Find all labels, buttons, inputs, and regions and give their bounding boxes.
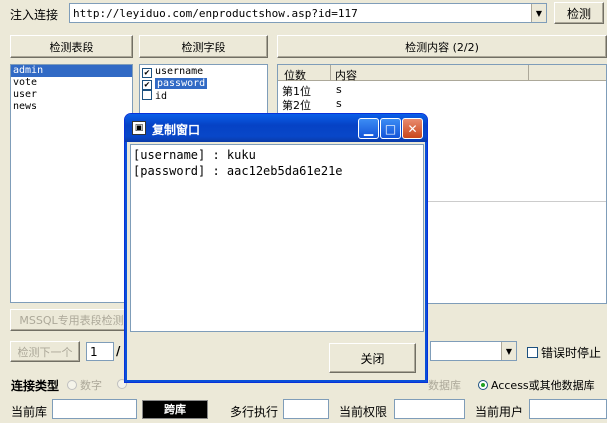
- page-input[interactable]: 1: [86, 342, 114, 361]
- detect-fields-button[interactable]: 检测字段: [139, 35, 268, 58]
- cross-db-button[interactable]: 跨库: [142, 400, 208, 419]
- dialog-title: 复制窗口: [152, 123, 201, 137]
- app-icon: ▣: [132, 121, 146, 135]
- minimize-button[interactable]: ▁: [358, 118, 379, 139]
- field-label: password: [155, 78, 208, 89]
- error-stop-label: 错误时停止: [541, 346, 602, 360]
- current-db-input[interactable]: [52, 399, 137, 419]
- table-row[interactable]: 第1位 s: [282, 83, 602, 98]
- dialog-text-area[interactable]: [username] : kuku [password] : aac12eb5d…: [130, 144, 424, 332]
- error-stop-option[interactable]: 错误时停止: [527, 344, 601, 361]
- conn-type-number[interactable]: 数字: [67, 377, 102, 393]
- current-priv-input[interactable]: [394, 399, 465, 419]
- list-item[interactable]: news: [11, 101, 132, 113]
- field-label: username: [155, 66, 204, 77]
- close-window-button[interactable]: ✕: [402, 118, 423, 139]
- multi-exec-input[interactable]: [283, 399, 329, 419]
- list-item[interactable]: admin: [11, 65, 132, 77]
- conn-type-access[interactable]: Access或其他数据库: [478, 377, 595, 393]
- detect-next-button[interactable]: 检测下一个: [10, 341, 80, 362]
- minimize-icon: ▁: [363, 121, 374, 136]
- detect-button[interactable]: 检测: [554, 2, 604, 24]
- table-row[interactable]: 第2位 s: [282, 97, 602, 112]
- page-separator: /: [116, 344, 121, 358]
- current-db-label: 当前库: [11, 405, 48, 419]
- checkbox-password[interactable]: ✔: [142, 80, 152, 90]
- maximize-icon: □: [384, 121, 397, 136]
- dialog-line: [password] : aac12eb5da61e21e: [133, 164, 343, 178]
- checkbox-id[interactable]: [142, 90, 152, 100]
- column-header-pos[interactable]: 位数: [284, 67, 306, 83]
- list-item[interactable]: id: [140, 90, 267, 102]
- dialog-close-button[interactable]: 关闭: [329, 343, 416, 373]
- current-user-label: 当前用户: [475, 405, 524, 419]
- detect-tables-button[interactable]: 检测表段: [10, 35, 133, 58]
- current-user-input[interactable]: [529, 399, 607, 419]
- radio-access[interactable]: [478, 380, 488, 390]
- chevron-down-icon[interactable]: ▼: [531, 4, 546, 22]
- field-label: id: [155, 91, 168, 102]
- multi-exec-label: 多行执行: [230, 405, 279, 419]
- radio-number[interactable]: [67, 380, 77, 390]
- dialog-titlebar[interactable]: ▣ 复制窗口 ▁ □ ✕: [125, 114, 427, 142]
- close-icon: ✕: [407, 121, 418, 136]
- copy-dialog: ▣ 复制窗口 ▁ □ ✕ [username] : kuku [password…: [124, 113, 428, 383]
- content-header: 检测内容 (2/2): [277, 35, 607, 58]
- chevron-down-icon[interactable]: ▼: [501, 342, 516, 360]
- tables-list[interactable]: admin vote user news: [10, 64, 133, 303]
- maximize-button[interactable]: □: [380, 118, 401, 139]
- url-combobox[interactable]: http://leyiduo.com/enproductshow.asp?id=…: [69, 3, 547, 23]
- list-item[interactable]: vote: [11, 77, 132, 89]
- conn-type-other-db[interactable]: 数据库: [428, 377, 461, 393]
- conn-type-label: 连接类型: [11, 379, 60, 393]
- column-header-content[interactable]: 内容: [335, 67, 357, 83]
- list-item[interactable]: user: [11, 89, 132, 101]
- mssql-detect-button[interactable]: MSSQL专用表段检测: [10, 309, 133, 331]
- select-combobox[interactable]: ▼: [430, 341, 517, 361]
- url-input[interactable]: http://leyiduo.com/enproductshow.asp?id=…: [73, 7, 358, 20]
- dialog-line: [username] : kuku: [133, 148, 256, 162]
- error-stop-checkbox[interactable]: [527, 347, 538, 358]
- inject-label: 注入连接: [10, 8, 59, 22]
- current-priv-label: 当前权限: [339, 405, 388, 419]
- list-item[interactable]: ✔ password: [140, 78, 267, 90]
- checkbox-username[interactable]: ✔: [142, 68, 152, 78]
- list-item[interactable]: ✔ username: [140, 66, 267, 78]
